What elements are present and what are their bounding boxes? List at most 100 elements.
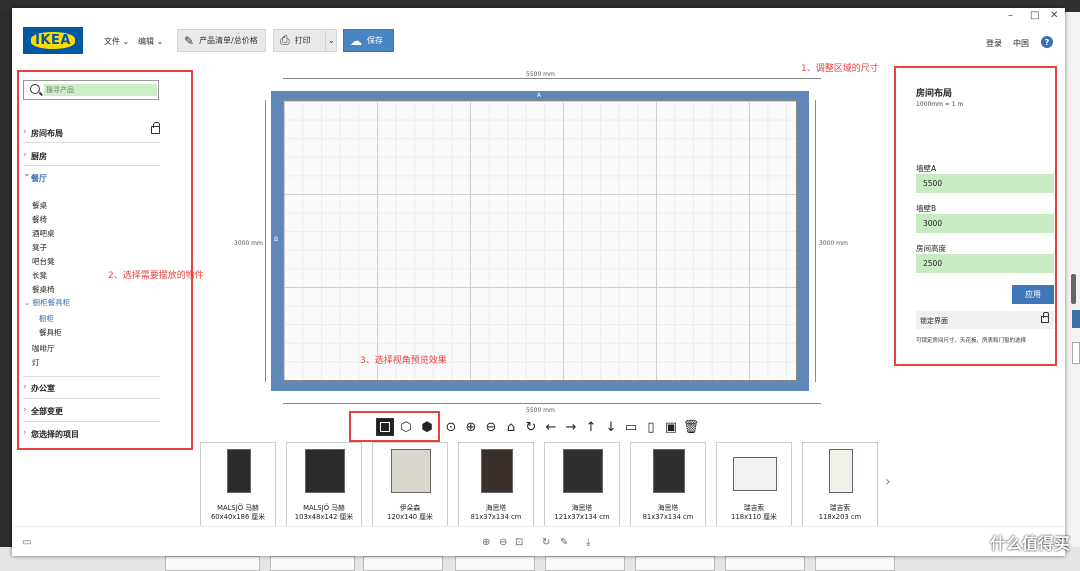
door-icon[interactable]: ▯ [641,420,661,435]
dimension-right: 3000 mm [819,240,848,247]
bg-chip [635,556,715,571]
product-name: 海思塔 121x37x134 cm [545,504,619,521]
arrow-down-icon[interactable]: ↓ [601,420,621,435]
product-image [829,449,853,493]
dimension-line [265,100,266,382]
product-title: 伊朵森 [399,504,421,512]
pencil-icon[interactable]: ✎ [560,537,568,548]
menu-edit-label: 编辑 [138,37,154,46]
login-link[interactable]: 登录 [986,38,1002,49]
home-icon[interactable]: ⌂ [501,420,521,435]
trash-icon[interactable]: 🗑 [681,420,701,435]
product-image [227,449,251,493]
printer-icon: ⎙ [280,33,290,47]
product-card[interactable]: 海思塔 81x37x134 cm [630,442,706,527]
arrow-left-icon[interactable]: ← [541,420,561,435]
product-size: 103x48x142 厘米 [294,512,354,521]
product-list-button[interactable]: ✎ 产品清单/总价格 [177,29,266,52]
print-label: 打印 [294,36,311,45]
arrow-up-icon[interactable]: ↑ [581,420,601,435]
product-name: MALSJÖ 马赫 60x40x186 厘米 [201,504,275,521]
annotation-1: 1、调整区域的尺寸 [801,64,879,74]
menu-edit[interactable]: 编辑 ⌄ [138,36,163,47]
screen-icon[interactable]: ▭ [22,537,31,548]
annotation-box-right [894,66,1057,366]
product-card[interactable]: 海思塔 121x37x134 cm [544,442,620,527]
region-link[interactable]: 中国 [1013,38,1029,49]
dimension-left: 3000 mm [234,240,263,247]
rotate-icon[interactable]: ↻ [521,420,541,435]
maximize-button[interactable]: □ [1030,10,1039,21]
zoom-in-icon[interactable]: ⊕ [461,420,481,435]
watermark-logo: 值 [960,530,985,554]
ruler-icon[interactable]: ▭ [621,420,641,435]
product-image [733,457,777,491]
wall-a-label: A [537,92,542,99]
download-icon[interactable]: ⤓ [586,537,590,548]
zoom-in-icon[interactable]: ⊕ [482,537,490,548]
product-title: 海思塔 [657,504,679,512]
logo-text: IKEA [31,32,75,49]
product-card[interactable]: MALSJÖ 马赫 103x48x142 厘米 [286,442,362,527]
product-size: 118x203 cm [818,512,862,521]
main-toolbar: IKEA 文件 ⌄ 编辑 ⌄ ✎ 产品清单/总价格 ⎙ 打印 ⌄ ☁ 保存 登录 中国… [12,26,1065,56]
product-card[interactable]: 伊朵森 120x140 厘米 [372,442,448,527]
cloud-upload-icon: ☁ [350,33,362,48]
zoom-out-icon[interactable]: ⊖ [499,537,507,548]
chevron-right-icon[interactable]: › [885,474,891,490]
product-card[interactable]: 瑞吉索 118x110 厘米 [716,442,792,527]
zoom-fit-icon[interactable]: ⊙ [441,420,461,435]
product-card[interactable]: 瑞吉索 118x203 cm [802,442,878,527]
background-button [1072,310,1080,328]
bg-chip [815,556,895,571]
bg-chip [165,556,260,571]
scrollbar-thumb[interactable] [1071,274,1076,304]
room-walls[interactable]: A B [271,91,809,391]
save-button[interactable]: ☁ 保存 [343,29,394,52]
annotation-2: 2、选择需要摆放的物件 [108,271,204,281]
fit-icon[interactable]: ⊡ [515,537,523,548]
dimension-top: 5500 mm [526,71,555,78]
menu-file-label: 文件 [104,37,120,46]
product-list-label: 产品清单/总价格 [199,36,258,45]
background-field [1072,342,1080,364]
bg-chip [725,556,805,571]
print-button[interactable]: ⎙ 打印 [273,29,326,52]
product-strip: MALSJÖ 马赫 60x40x186 厘米 MALSJÖ 马赫 103x48x14… [200,442,878,527]
dimension-bottom: 5500 mm [526,407,555,414]
product-image [481,449,513,493]
bg-chip [363,556,443,571]
product-name: 瑞吉索 118x203 cm [803,504,877,521]
product-size: 81x37x134 cm [642,512,694,521]
wall-b-label: B [274,236,279,243]
print-dropdown[interactable]: ⌄ [325,29,337,52]
product-image [391,449,431,493]
edit-list-icon: ✎ [184,33,195,48]
bg-chip [455,556,535,571]
floor-grid[interactable] [283,100,797,381]
annotation-box-left [17,70,193,450]
arrow-right-icon[interactable]: → [561,420,581,435]
close-button[interactable]: ✕ [1050,10,1058,21]
minimize-button[interactable]: – [1008,10,1013,21]
product-size: 121x37x134 cm [554,512,610,521]
rotate-icon[interactable]: ↻ [542,537,550,548]
zoom-out-icon[interactable]: ⊖ [481,420,501,435]
background-app-right [1065,12,1080,547]
chevron-down-icon: ⌄ [122,37,130,46]
help-icon[interactable]: ? [1041,36,1053,48]
box-icon[interactable]: ▣ [661,420,681,435]
status-bar: ▭ ⊕ ⊖ ⊡ ↻ ✎ ⤓ [12,526,1065,556]
watermark-text: 什么值得买 [989,534,1070,553]
product-card[interactable]: 海思塔 81x37x134 cm [458,442,534,527]
product-name: 海思塔 81x37x134 cm [631,504,705,521]
chevron-down-icon: ⌄ [156,37,164,46]
dimension-line [815,100,816,382]
dimension-line [283,78,821,79]
annotation-box-view [349,411,440,442]
product-name: MALSJÖ 马赫 103x48x142 厘米 [287,504,361,521]
menu-file[interactable]: 文件 ⌄ [104,36,129,47]
product-card[interactable]: MALSJÖ 马赫 60x40x186 厘米 [200,442,276,527]
bg-chip [270,556,355,571]
watermark: 值 什么值得买 [960,530,1070,554]
